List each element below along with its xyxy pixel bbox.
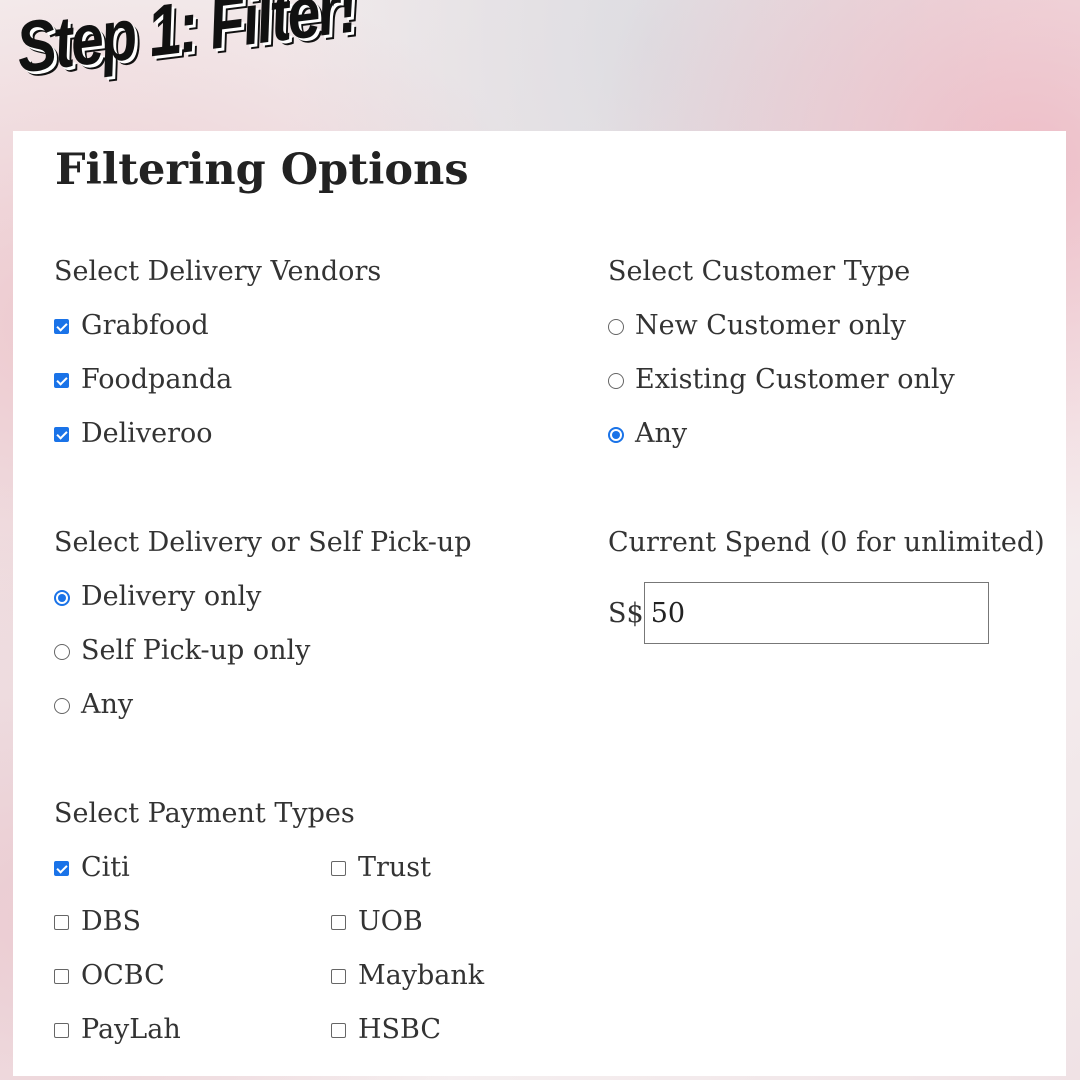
option-label: Maybank <box>358 960 485 991</box>
customer-option-existing[interactable]: Existing Customer only <box>608 365 955 419</box>
checkbox[interactable] <box>54 861 69 876</box>
customer-option-any[interactable]: Any <box>608 419 955 473</box>
checkbox[interactable] <box>54 915 69 930</box>
vendor-option-deliveroo[interactable]: Deliveroo <box>54 419 381 473</box>
delivery-option-any[interactable]: Any <box>54 690 472 744</box>
payment-option-trust[interactable]: Trust <box>331 853 531 907</box>
checkbox[interactable] <box>54 1023 69 1038</box>
delivery-option-pickup[interactable]: Self Pick-up only <box>54 636 472 690</box>
customer-option-new[interactable]: New Customer only <box>608 311 955 365</box>
option-label: Self Pick-up only <box>81 635 311 666</box>
option-label: HSBC <box>358 1014 442 1045</box>
step-banner: Step 1: Filter! <box>12 0 360 89</box>
checkbox[interactable] <box>54 373 69 388</box>
option-label: OCBC <box>81 960 165 991</box>
checkbox[interactable] <box>54 427 69 442</box>
radio-button[interactable] <box>54 644 70 660</box>
option-label: Any <box>635 418 688 449</box>
radio-button[interactable] <box>608 373 624 389</box>
payment-option-uob[interactable]: UOB <box>331 907 531 961</box>
checkbox[interactable] <box>331 861 346 876</box>
option-label: Trust <box>358 852 432 883</box>
option-label: UOB <box>358 906 423 937</box>
vendor-option-grabfood[interactable]: Grabfood <box>54 311 381 365</box>
option-label: New Customer only <box>635 310 906 341</box>
option-label: Deliveroo <box>81 418 213 449</box>
option-label: Any <box>81 689 134 720</box>
payment-options: Citi Trust DBS UOB OCBC Maybank PayLah H… <box>54 853 531 1069</box>
vendor-group: Select Delivery Vendors Grabfood Foodpan… <box>54 257 381 473</box>
delivery-mode-label: Select Delivery or Self Pick-up <box>54 527 472 558</box>
spend-row: S$ <box>608 582 1045 644</box>
currency-prefix: S$ <box>608 597 644 629</box>
checkbox[interactable] <box>331 969 346 984</box>
payment-option-ocbc[interactable]: OCBC <box>54 961 331 1015</box>
option-label: DBS <box>81 906 141 937</box>
payment-option-dbs[interactable]: DBS <box>54 907 331 961</box>
radio-button[interactable] <box>608 427 624 443</box>
payment-option-maybank[interactable]: Maybank <box>331 961 531 1015</box>
payment-option-hsbc[interactable]: HSBC <box>331 1015 531 1069</box>
customer-type-group: Select Customer Type New Customer only E… <box>608 257 955 473</box>
delivery-mode-group: Select Delivery or Self Pick-up Delivery… <box>54 528 472 744</box>
checkbox[interactable] <box>331 915 346 930</box>
option-label: Citi <box>81 852 130 883</box>
filter-panel: Filtering Options Select Delivery Vendor… <box>13 131 1066 1076</box>
payment-option-citi[interactable]: Citi <box>54 853 331 907</box>
radio-button[interactable] <box>608 319 624 335</box>
radio-button[interactable] <box>54 698 70 714</box>
option-label: Grabfood <box>81 310 209 341</box>
payment-option-paylah[interactable]: PayLah <box>54 1015 331 1069</box>
radio-button[interactable] <box>54 590 70 606</box>
option-label: Existing Customer only <box>635 364 955 395</box>
spend-group: Current Spend (0 for unlimited) S$ <box>608 528 1045 644</box>
payment-label: Select Payment Types <box>54 798 355 829</box>
option-label: Delivery only <box>81 581 262 612</box>
option-label: PayLah <box>81 1014 181 1045</box>
checkbox[interactable] <box>331 1023 346 1038</box>
customer-type-label: Select Customer Type <box>608 256 911 287</box>
vendor-group-label: Select Delivery Vendors <box>54 256 382 287</box>
payment-group: Select Payment Types Citi Trust DBS UOB … <box>54 799 531 1069</box>
spend-input[interactable] <box>643 582 989 644</box>
checkbox[interactable] <box>54 969 69 984</box>
option-label: Foodpanda <box>81 364 233 395</box>
delivery-option-delivery[interactable]: Delivery only <box>54 582 472 636</box>
spend-label: Current Spend (0 for unlimited) <box>608 527 1045 558</box>
checkbox[interactable] <box>54 319 69 334</box>
page-title: Filtering Options <box>55 145 469 195</box>
vendor-option-foodpanda[interactable]: Foodpanda <box>54 365 381 419</box>
